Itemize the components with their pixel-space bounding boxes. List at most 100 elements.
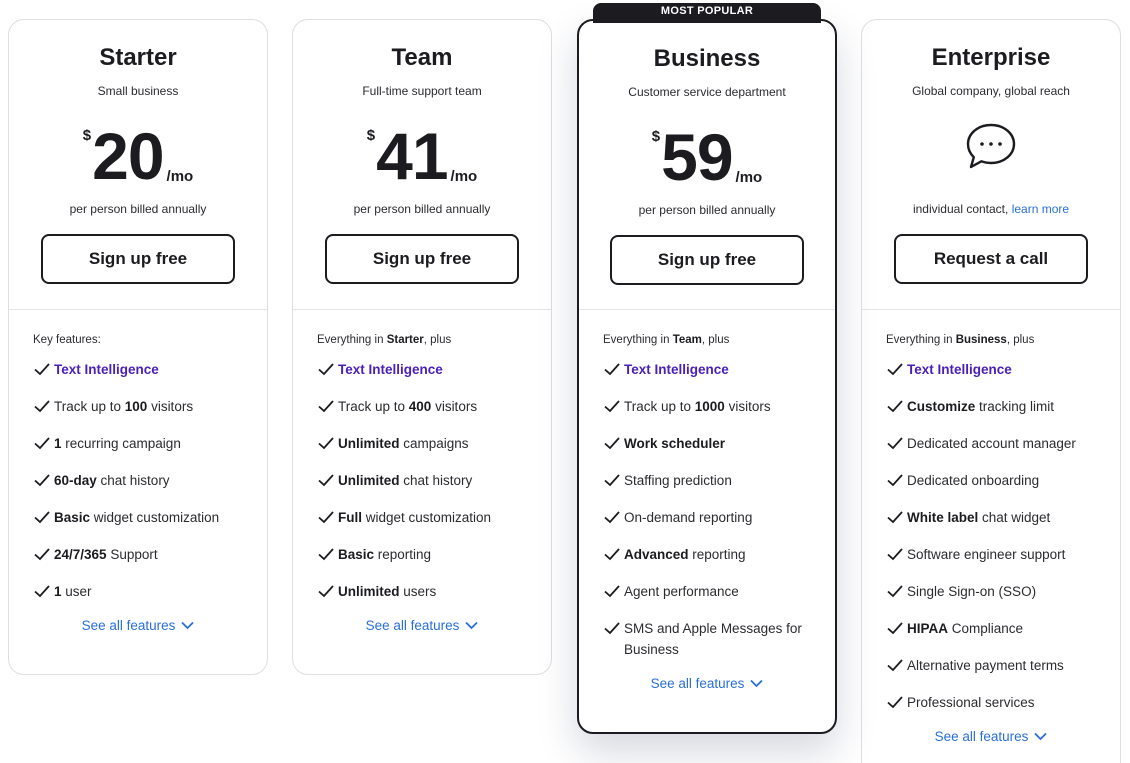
feature-item: Staffing prediction xyxy=(603,470,811,491)
sign-up-free-button[interactable]: Sign up free xyxy=(41,234,235,284)
check-icon xyxy=(318,437,334,450)
price-period: /mo xyxy=(735,169,763,186)
feature-item: 1 recurring campaign xyxy=(33,433,243,454)
feature-item: Advanced reporting xyxy=(603,544,811,565)
chevron-down-icon xyxy=(181,621,195,630)
check-icon xyxy=(887,437,903,450)
feature-item: Single Sign-on (SSO) xyxy=(886,581,1096,602)
features-intro: Everything in Team, plus xyxy=(603,334,730,346)
check-icon xyxy=(34,400,50,413)
check-icon xyxy=(887,474,903,487)
feature-item: Track up to 400 visitors xyxy=(317,396,527,417)
check-icon xyxy=(34,548,50,561)
feature-text: Professional services xyxy=(907,695,1035,710)
feature-text: Track up to 400 visitors xyxy=(338,399,478,414)
feature-text: Track up to 1000 visitors xyxy=(624,399,771,414)
feature-text: Basic reporting xyxy=(338,547,432,562)
feature-item: Basic reporting xyxy=(317,544,527,565)
feature-item[interactable]: Text Intelligence xyxy=(886,359,1096,380)
check-icon xyxy=(318,585,334,598)
price-period: /mo xyxy=(166,168,194,185)
check-icon xyxy=(318,400,334,413)
check-icon xyxy=(604,437,620,450)
feature-text: Dedicated account manager xyxy=(907,436,1076,451)
feature-item: 1 user xyxy=(33,581,243,602)
feature-item: 24/7/365 Support xyxy=(33,544,243,565)
see-all-features-link[interactable]: See all features xyxy=(33,618,243,633)
check-icon xyxy=(604,622,620,635)
feature-text: Agent performance xyxy=(624,584,739,599)
feature-text: Staffing prediction xyxy=(624,473,732,488)
feature-item: Dedicated onboarding xyxy=(886,470,1096,491)
price-amount: 20 xyxy=(92,119,164,193)
plan-name: Enterprise xyxy=(931,44,1051,71)
check-icon xyxy=(887,659,903,672)
plan-subtitle: Customer service department xyxy=(628,85,786,99)
feature-text: White label chat widget xyxy=(907,510,1051,525)
feature-item: Professional services xyxy=(886,692,1096,713)
check-icon xyxy=(604,585,620,598)
check-icon xyxy=(604,548,620,561)
check-icon xyxy=(318,363,334,376)
check-icon xyxy=(318,548,334,561)
see-all-features-label[interactable]: See all features xyxy=(82,618,176,633)
feature-text: Basic widget customization xyxy=(54,510,220,525)
chevron-down-icon xyxy=(465,621,479,630)
check-icon xyxy=(887,622,903,635)
price-currency: $ xyxy=(651,128,661,145)
check-icon xyxy=(34,585,50,598)
feature-text: Text Intelligence xyxy=(624,362,729,377)
sign-up-free-button[interactable]: Sign up free xyxy=(325,234,519,284)
feature-text: Single Sign-on (SSO) xyxy=(907,584,1037,599)
plan-subtitle: Global company, global reach xyxy=(912,84,1070,98)
plan-subtitle: Full-time support team xyxy=(362,84,482,98)
plan-subtitle: Small business xyxy=(97,84,179,98)
feature-text: 60-day chat history xyxy=(54,473,170,488)
feature-text: Dedicated onboarding xyxy=(907,473,1040,488)
see-all-features-link[interactable]: See all features xyxy=(317,618,527,633)
feature-text: Advanced reporting xyxy=(624,547,746,562)
feature-text: Full widget customization xyxy=(338,510,492,525)
feature-item[interactable]: Text Intelligence xyxy=(317,359,527,380)
see-all-features-label[interactable]: See all features xyxy=(935,729,1029,744)
feature-text: 1 recurring campaign xyxy=(54,436,181,451)
billing-note: individual contact, learn more xyxy=(912,202,1070,216)
feature-item: Unlimited users xyxy=(317,581,527,602)
plan-card-team: Team Full-time support team $ 41 /mo per… xyxy=(292,19,552,675)
see-all-features-label[interactable]: See all features xyxy=(651,676,745,691)
see-all-features-link[interactable]: See all features xyxy=(603,676,811,691)
check-icon xyxy=(604,474,620,487)
check-icon xyxy=(604,400,620,413)
feature-list: Text Intelligence Track up to 400 visitor… xyxy=(317,359,527,602)
learn-more-link[interactable]: learn more xyxy=(1012,202,1069,216)
feature-text: 24/7/365 Support xyxy=(54,547,158,562)
feature-item: Track up to 100 visitors xyxy=(33,396,243,417)
feature-list: Text Intelligence Track up to 100 visitor… xyxy=(33,359,243,602)
feature-item: Full widget customization xyxy=(317,507,527,528)
price-currency: $ xyxy=(82,127,92,144)
see-all-features-link[interactable]: See all features xyxy=(886,729,1096,744)
billing-note: per person billed annually xyxy=(638,203,776,217)
feature-list: Text Intelligence Customize tracking limi… xyxy=(886,359,1096,713)
feature-item[interactable]: Text Intelligence xyxy=(603,359,811,380)
most-popular-badge: MOST POPULAR xyxy=(593,3,821,23)
see-all-features-label[interactable]: See all features xyxy=(366,618,460,633)
plan-name: Starter xyxy=(99,44,177,71)
check-icon xyxy=(887,548,903,561)
check-icon xyxy=(887,363,903,376)
feature-text: Track up to 100 visitors xyxy=(54,399,194,414)
feature-text: SMS and Apple Messages for Business xyxy=(624,621,802,657)
feature-text: Software engineer support xyxy=(907,547,1066,562)
feature-item: Customize tracking limit xyxy=(886,396,1096,417)
feature-text: HIPAA Compliance xyxy=(907,621,1024,636)
request-a-call-button[interactable]: Request a call xyxy=(894,234,1088,284)
feature-item: On-demand reporting xyxy=(603,507,811,528)
sign-up-free-button[interactable]: Sign up free xyxy=(610,235,804,285)
plan-name: Team xyxy=(391,44,453,71)
feature-item[interactable]: Text Intelligence xyxy=(33,359,243,380)
chat-bubble-icon xyxy=(966,123,1016,169)
price: $ 41 /mo xyxy=(293,123,551,189)
check-icon xyxy=(34,474,50,487)
check-icon xyxy=(887,511,903,524)
check-icon xyxy=(34,511,50,524)
